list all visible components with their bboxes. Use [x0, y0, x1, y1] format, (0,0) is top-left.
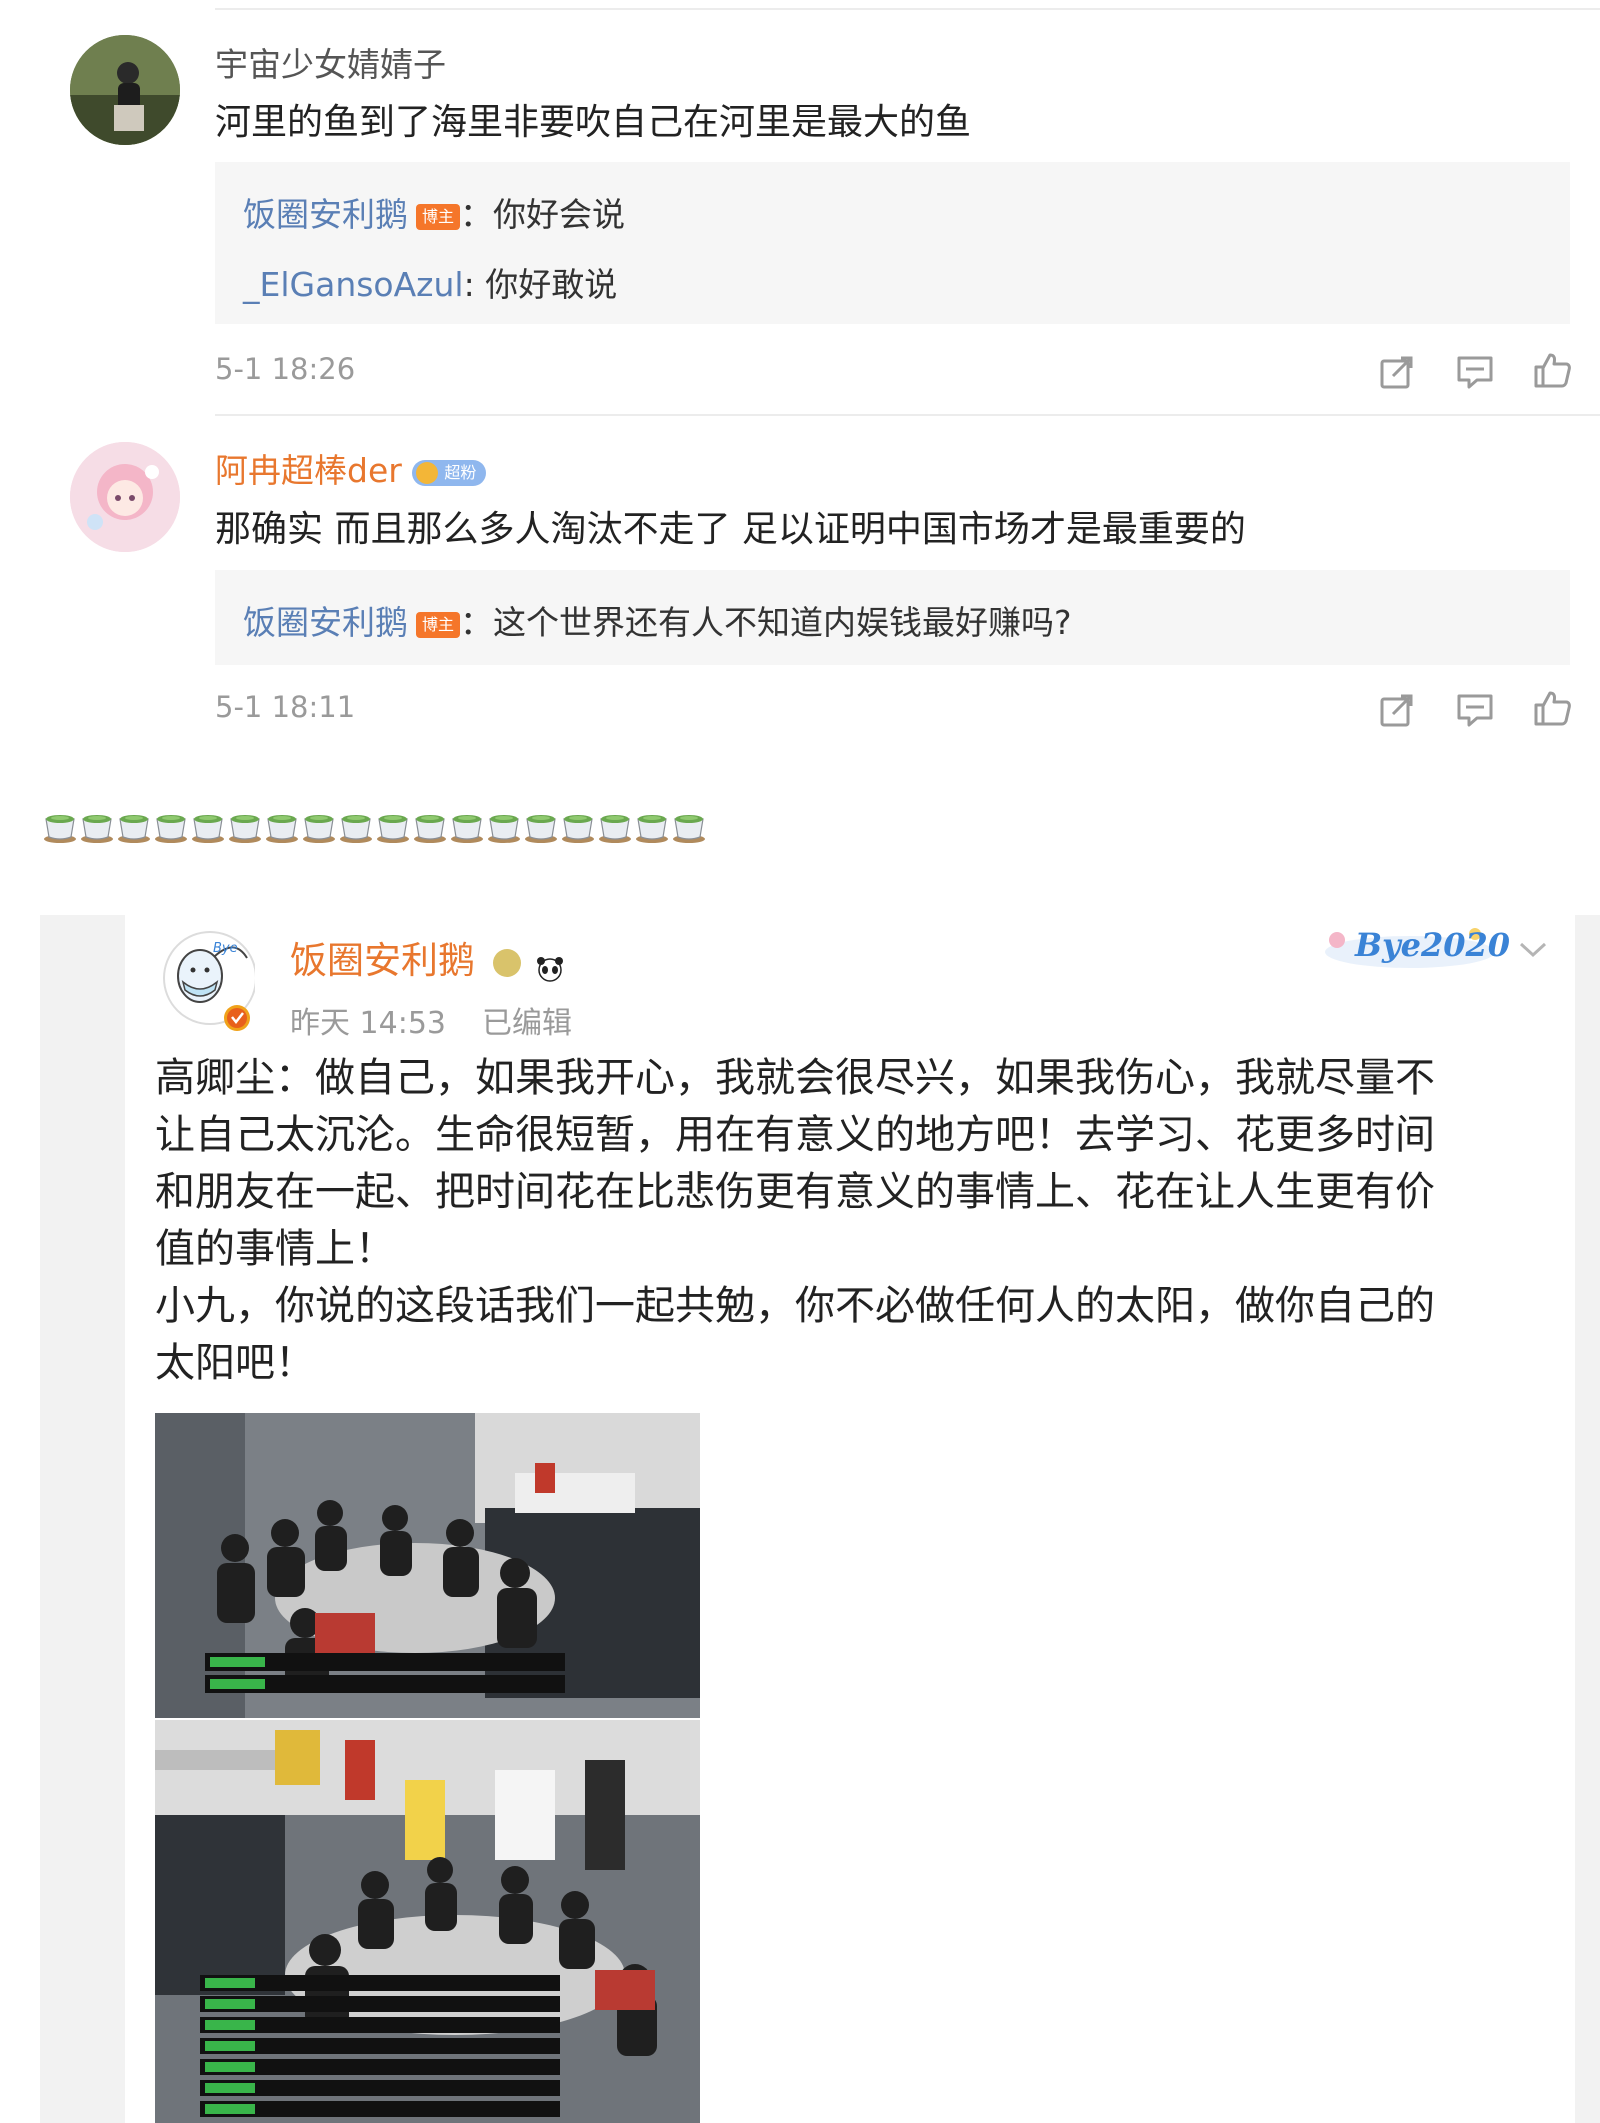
like-icon[interactable] — [1532, 350, 1572, 390]
post-meta: 昨天 14:53 已编辑 — [290, 998, 572, 1042]
comment-timestamp: 5-1 18:26 — [215, 352, 356, 386]
reply-text: : 你好敢说 — [463, 265, 618, 304]
reply-author[interactable]: 饭圈安利鹅 — [243, 195, 408, 234]
post-time: 昨天 14:53 — [290, 1006, 446, 1041]
tea-cup-icon — [486, 805, 522, 845]
tea-cup-icon — [412, 805, 448, 845]
tea-cup-icon — [264, 805, 300, 845]
divider — [215, 8, 1600, 10]
comment-username[interactable]: 阿冉超棒der 超粉 — [215, 444, 487, 492]
tea-cup-icon — [375, 805, 411, 845]
tea-cup-icon — [560, 805, 596, 845]
comment-timestamp: 5-1 18:11 — [215, 690, 356, 724]
tea-cup-icon — [79, 805, 115, 845]
tea-emoji-row — [42, 805, 707, 855]
reply-text: ：你好会说 — [460, 195, 625, 234]
post-image[interactable] — [155, 1413, 700, 1718]
reply-item[interactable]: 饭圈安利鹅 博主 ：你好会说 — [243, 188, 625, 236]
panda-icon — [535, 949, 565, 982]
post-author-label[interactable]: 饭圈安利鹅 — [290, 939, 475, 982]
tea-cup-icon — [153, 805, 189, 845]
crown-icon — [416, 461, 439, 484]
reply-text: ：这个世界还有人不知道内娱钱最好赚吗? — [460, 603, 1072, 642]
reply-item[interactable]: _ElGansoAzul: 你好敢说 — [243, 258, 617, 306]
comment-text: 河里的鱼到了海里非要吹自己在河里是最大的鱼 — [215, 102, 972, 143]
author-badge: 博主 — [416, 611, 460, 638]
decoration-text: Bye2020 — [1355, 926, 1511, 964]
reply-author[interactable]: 饭圈安利鹅 — [243, 603, 408, 642]
tea-cup-icon — [671, 805, 707, 845]
post-image[interactable] — [155, 1720, 700, 2123]
like-icon[interactable] — [1532, 688, 1572, 728]
tea-cup-icon — [190, 805, 226, 845]
tea-cup-icon — [301, 805, 337, 845]
tea-cup-icon — [338, 805, 374, 845]
reply-item[interactable]: 饭圈安利鹅 博主 ：这个世界还有人不知道内娱钱最好赚吗? — [243, 596, 1072, 644]
author-badge: 博主 — [416, 203, 460, 230]
comment-username[interactable]: 宇宙少女婧婧子 — [215, 38, 446, 86]
share-icon[interactable] — [1377, 352, 1417, 392]
comment-icon[interactable] — [1455, 690, 1495, 730]
level-icon — [492, 948, 521, 977]
tea-cup-icon — [227, 805, 263, 845]
post-author[interactable]: 饭圈安利鹅 — [290, 930, 565, 984]
post-body: 高卿尘：做自己，如果我开心，我就会很尽兴，如果我伤心，我就尽量不 让自己太沉沦。… — [155, 1055, 1435, 1386]
svg-text:Bye: Bye — [213, 941, 238, 956]
tea-cup-icon — [523, 805, 559, 845]
fan-badge-label: 超粉 — [444, 462, 477, 482]
tea-cup-icon — [449, 805, 485, 845]
divider — [215, 414, 1600, 416]
post-edited-label[interactable]: 已编辑 — [482, 1006, 572, 1041]
comment-text: 那确实 而且那么多人淘汰不走了 足以证明中国市场才是最重要的 — [215, 509, 1246, 550]
share-icon[interactable] — [1377, 690, 1417, 730]
tea-cup-icon — [42, 805, 78, 845]
post-avatar[interactable]: Bye — [155, 918, 257, 1033]
comment-icon[interactable] — [1455, 352, 1495, 392]
tea-cup-icon — [597, 805, 633, 845]
username-label[interactable]: 阿冉超棒der — [215, 451, 402, 490]
fan-badge: 超粉 — [412, 459, 487, 486]
avatar[interactable] — [70, 35, 180, 145]
reply-author[interactable]: _ElGansoAzul — [243, 265, 464, 304]
tea-cup-icon — [116, 805, 152, 845]
tea-cup-icon — [634, 805, 670, 845]
card-decoration: Bye2020 — [1315, 918, 1510, 973]
avatar[interactable] — [70, 442, 180, 552]
chevron-down-icon[interactable] — [1518, 940, 1548, 960]
